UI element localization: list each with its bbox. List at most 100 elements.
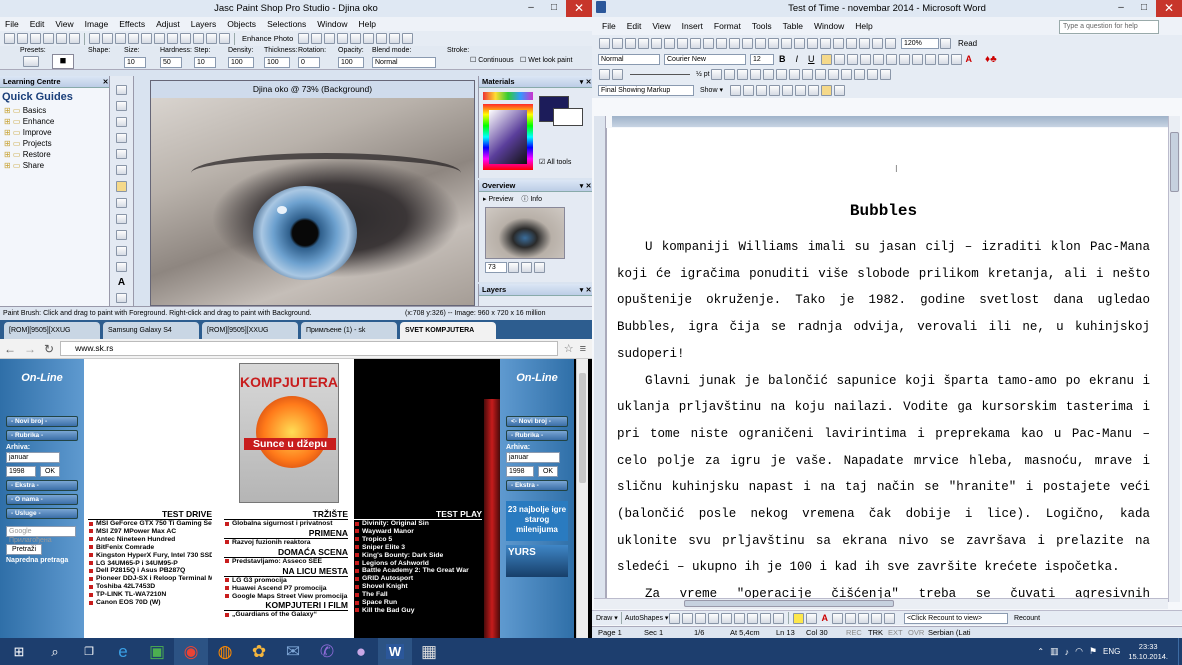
word-menu-format[interactable]: Format — [714, 21, 741, 31]
list-item-link[interactable]: Battle Academy 2: The Great War — [354, 567, 482, 575]
highlight-icon[interactable] — [950, 53, 962, 65]
dash-style-icon[interactable] — [844, 612, 856, 624]
blend-mode-select[interactable]: Normal — [372, 57, 436, 68]
archive-year-select-right[interactable]: 1998 — [506, 466, 534, 477]
format-frame-icon[interactable] — [599, 69, 610, 80]
panel-close-icon[interactable]: ✕ — [102, 78, 109, 86]
magazine-cover[interactable]: KOMPJUTERA Sunce u džepu — [239, 363, 339, 503]
word-menu-view[interactable]: View — [652, 21, 670, 31]
oval-icon[interactable] — [708, 612, 720, 624]
word-menu-tools[interactable]: Tools — [752, 21, 772, 31]
clipart-icon[interactable] — [760, 612, 772, 624]
line-spacing-icon[interactable] — [872, 53, 884, 65]
guide-item-restore[interactable]: ⊞ ▭ Restore — [0, 149, 109, 160]
word-redo-icon[interactable] — [781, 37, 792, 49]
chrome-icon[interactable]: ◉ — [174, 638, 208, 665]
list-item-link[interactable]: King's Bounty: Dark Side — [354, 552, 482, 560]
selection-tool-icon[interactable] — [116, 149, 127, 160]
browser-tab[interactable]: SVET KOMPJUTERA — [400, 322, 496, 339]
list-item-link[interactable]: Tropico 5 — [354, 536, 482, 544]
nav-button-right[interactable]: - Rubrika - — [506, 430, 568, 441]
align-cell-icon[interactable] — [788, 69, 800, 80]
nav-button-right[interactable]: <- Novi broj - — [506, 416, 568, 427]
tables-borders-icon[interactable] — [807, 37, 818, 49]
fit-window-icon[interactable] — [534, 262, 545, 273]
list-item-link[interactable]: Canon EOS 70D (W) — [88, 599, 212, 607]
network-icon[interactable]: ▥ — [1050, 646, 1059, 657]
all-tools-checkbox[interactable]: ☑ All tools — [539, 158, 571, 166]
distribute-rows-icon[interactable] — [801, 69, 813, 80]
rotate-icon[interactable] — [206, 33, 217, 44]
menu-icon[interactable]: ≡ — [580, 343, 586, 355]
save-as-icon[interactable] — [56, 33, 67, 44]
underline-button[interactable]: U — [808, 54, 815, 64]
list-item-link[interactable]: „Guardians of the Galaxy“ — [224, 611, 348, 619]
promo-banner[interactable]: 23 najbolje igre starog milenijuma — [506, 501, 568, 541]
word-maximize-icon[interactable]: □ — [1133, 0, 1155, 17]
accept-change-icon[interactable] — [755, 84, 767, 96]
word-new-icon[interactable] — [599, 37, 610, 49]
zoom-in-small-icon[interactable] — [508, 262, 519, 273]
word-open-icon[interactable] — [612, 37, 623, 49]
line-weight-select[interactable]: ½ pt — [696, 71, 710, 78]
flip-icon[interactable] — [219, 33, 230, 44]
archive-month-select[interactable]: januar — [6, 452, 60, 463]
word-minimize-icon[interactable]: – — [1110, 0, 1132, 17]
pan-tool-icon[interactable] — [116, 85, 127, 96]
wifi-icon[interactable]: ◠ — [1075, 646, 1083, 657]
task-view-icon[interactable]: ❐ — [72, 638, 106, 665]
help-icon[interactable] — [402, 33, 414, 44]
highlight-small-icon[interactable] — [794, 84, 806, 96]
density-input[interactable]: 100 — [228, 57, 254, 68]
list-item-link[interactable]: Kill the Bad Guy — [354, 607, 482, 615]
nav-ekstra-right[interactable]: - Ekstra - — [506, 480, 568, 491]
split-cells-icon[interactable] — [775, 69, 787, 80]
border-color-icon[interactable] — [710, 69, 722, 80]
browser-tab[interactable]: [ROM][9505][XXUG — [4, 322, 100, 339]
justify-icon[interactable] — [859, 53, 871, 65]
diagram-icon[interactable] — [747, 612, 759, 624]
word-paste-icon[interactable] — [742, 37, 753, 49]
tab-info[interactable]: ⓘ Info — [521, 194, 542, 204]
document-map-icon[interactable] — [872, 37, 883, 49]
list-item-link[interactable]: Predstavljamo: Asseco SEE — [224, 558, 348, 566]
show-desktop-button[interactable] — [1178, 638, 1182, 665]
arrow-style-icon[interactable] — [857, 612, 869, 624]
psp-menu-view[interactable]: View — [55, 19, 73, 29]
font-select[interactable]: Courier New — [664, 53, 746, 65]
list-item-link[interactable]: Google Maps Street View promocija — [224, 593, 348, 601]
word-print-icon[interactable] — [664, 37, 675, 49]
reload-icon[interactable]: ↻ — [44, 342, 54, 356]
autoshapes-menu[interactable]: AutoShapes ▾ — [625, 614, 669, 622]
browser-tab[interactable]: Примљене (1) - sk — [301, 322, 397, 339]
list-item-link[interactable]: Antec Nineteen Hundred — [88, 536, 212, 544]
browser-scrollbar-thumb[interactable] — [579, 373, 586, 483]
list-item-link[interactable]: Toshiba 42L7453D — [88, 583, 212, 591]
list-item-link[interactable]: Pioneer DDJ-SX i Reloop Terminal Mix 8 — [88, 575, 212, 583]
word-menu-edit[interactable]: Edit — [627, 21, 642, 31]
word-undo-icon[interactable] — [768, 37, 779, 49]
reject-change-icon[interactable] — [768, 84, 780, 96]
psp-menu-layers[interactable]: Layers — [191, 19, 217, 29]
permission-icon[interactable] — [638, 37, 649, 49]
forward-icon[interactable]: → — [24, 342, 36, 356]
list-item-link[interactable]: TP-LINK TL-WA7210N — [88, 591, 212, 599]
decrease-indent-icon[interactable] — [911, 53, 923, 65]
list-item-link[interactable]: The Fall — [354, 591, 482, 599]
archive-ok-button[interactable]: OK — [40, 466, 60, 477]
list-item-link[interactable]: Space Run — [354, 599, 482, 607]
word-menu-help[interactable]: Help — [855, 21, 872, 31]
sharpen-icon[interactable] — [350, 33, 362, 44]
word-hscroll-thumb[interactable] — [684, 600, 894, 607]
shadow-icon[interactable] — [870, 612, 882, 624]
sort-descending-icon[interactable] — [866, 69, 878, 80]
draw-menu[interactable]: Draw ▾ — [596, 614, 618, 622]
psp-menu-file[interactable]: File — [5, 19, 19, 29]
clock[interactable]: 23:33 15.10.2014. — [1128, 642, 1168, 662]
browser-tab[interactable]: Samsung Galaxy S4 — [103, 322, 199, 339]
wet-look-checkbox[interactable]: ☐ Wet look paint — [520, 56, 572, 64]
merge-cells-icon[interactable] — [762, 69, 774, 80]
step-input[interactable]: 10 — [194, 57, 216, 68]
email-icon[interactable] — [651, 37, 662, 49]
cut-icon[interactable] — [115, 33, 126, 44]
